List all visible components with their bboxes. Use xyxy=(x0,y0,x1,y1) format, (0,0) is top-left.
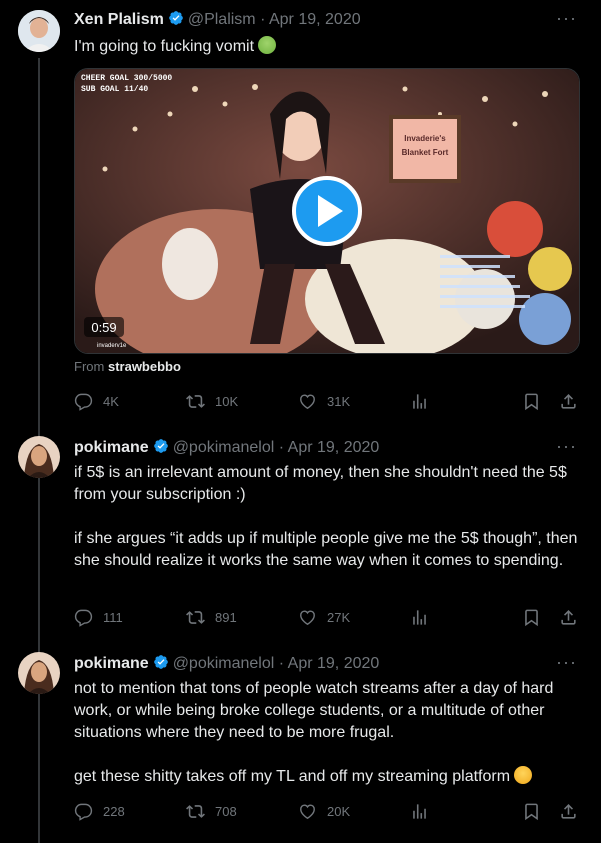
views-button[interactable] xyxy=(410,802,429,826)
like-button[interactable]: 27K xyxy=(298,608,350,627)
like-icon xyxy=(298,392,317,411)
avatar[interactable] xyxy=(18,10,60,52)
overlay-cheer-goal: CHEER GOAL 300/5000 xyxy=(81,74,172,83)
reply-button[interactable]: 111 xyxy=(74,608,123,627)
more-options-icon[interactable]: ··· xyxy=(556,9,577,27)
source-user-link[interactable]: strawbebbo xyxy=(108,359,181,374)
steaming-face-emoji-icon xyxy=(514,766,533,784)
sign-line-1: Invaderie's xyxy=(404,134,446,143)
retweet-count: 708 xyxy=(215,804,237,819)
like-count: 27K xyxy=(327,610,351,625)
timestamp[interactable]: Apr 19, 2020 xyxy=(288,655,380,672)
like-count: 31K xyxy=(327,394,351,409)
reply-icon xyxy=(74,392,93,411)
handle[interactable]: @Plalism xyxy=(188,11,256,28)
reply-button[interactable]: 228 xyxy=(74,802,125,821)
overlay-sub-goal: SUB GOAL 11/40 xyxy=(81,85,148,94)
retweet-icon xyxy=(186,608,205,627)
like-icon xyxy=(298,802,317,821)
reply-count: 111 xyxy=(103,610,123,625)
tweet-2[interactable]: pokimane @pokimanelol · Apr 19, 2020 ··· … xyxy=(0,426,601,642)
more-options-icon[interactable]: ··· xyxy=(556,437,577,455)
bookmark-button[interactable] xyxy=(522,802,541,826)
share-button[interactable] xyxy=(559,392,578,416)
share-icon xyxy=(559,802,578,821)
views-icon xyxy=(410,392,429,411)
share-icon xyxy=(559,608,578,627)
retweet-icon xyxy=(186,392,205,411)
reply-button[interactable]: 4K xyxy=(74,392,119,411)
tweet-header: pokimane @pokimanelol · Apr 19, 2020 xyxy=(74,438,379,458)
bookmark-icon xyxy=(522,608,541,627)
display-name[interactable]: pokimane xyxy=(74,439,149,456)
retweet-button[interactable]: 708 xyxy=(186,802,237,821)
share-button[interactable] xyxy=(559,802,578,826)
nauseated-face-emoji-icon xyxy=(258,36,277,54)
retweet-count: 10K xyxy=(215,394,239,409)
video-player[interactable]: Invaderie's Blanket Fort CHEER GOAL 300/… xyxy=(74,68,580,354)
retweet-button[interactable]: 891 xyxy=(186,608,237,627)
bookmark-button[interactable] xyxy=(522,392,541,416)
tweet-text-content: I'm going to fucking vomit xyxy=(74,38,255,55)
sign-line-2: Blanket Fort xyxy=(402,148,449,157)
like-icon xyxy=(298,608,317,627)
retweet-count: 891 xyxy=(215,610,237,625)
display-name[interactable]: Xen Plalism xyxy=(74,11,164,28)
verified-badge-icon xyxy=(153,654,169,670)
more-options-icon[interactable]: ··· xyxy=(556,653,577,671)
retweet-button[interactable]: 10K xyxy=(186,392,238,411)
views-icon xyxy=(410,802,429,821)
retweet-icon xyxy=(186,802,205,821)
reply-count: 228 xyxy=(103,804,125,819)
action-bar: 228 708 20K xyxy=(74,802,584,824)
tweet-header: Xen Plalism @Plalism · Apr 19, 2020 xyxy=(74,10,361,30)
from-label: From xyxy=(74,359,105,374)
video-duration: 0:59 xyxy=(91,320,116,335)
like-button[interactable]: 20K xyxy=(298,802,350,821)
share-button[interactable] xyxy=(559,608,578,632)
tweet-text-content: not to mention that tons of people watch… xyxy=(74,680,554,785)
verified-badge-icon xyxy=(153,438,169,454)
action-bar: 111 891 27K xyxy=(74,608,584,630)
reply-count: 4K xyxy=(103,394,119,409)
tweet-header: pokimane @pokimanelol · Apr 19, 2020 xyxy=(74,654,379,674)
timestamp[interactable]: Apr 19, 2020 xyxy=(288,439,380,456)
views-button[interactable] xyxy=(410,608,429,632)
handle[interactable]: @pokimanelol xyxy=(173,655,275,672)
tweet-text: if 5$ is an irrelevant amount of money, … xyxy=(74,464,578,569)
tweet-text: not to mention that tons of people watch… xyxy=(74,678,584,788)
separator-dot: · xyxy=(274,439,288,456)
bookmark-button[interactable] xyxy=(522,608,541,632)
video-thumbnail: Invaderie's Blanket Fort CHEER GOAL 300/… xyxy=(75,69,579,353)
tweet-text: I'm going to fucking vomit xyxy=(74,36,584,58)
verified-badge-icon xyxy=(168,10,184,26)
like-button[interactable]: 31K xyxy=(298,392,350,411)
like-count: 20K xyxy=(327,804,351,819)
display-name[interactable]: pokimane xyxy=(74,655,149,672)
share-icon xyxy=(559,392,578,411)
tweet-3[interactable]: pokimane @pokimanelol · Apr 19, 2020 ··· … xyxy=(0,642,601,843)
tweet-1[interactable]: Xen Plalism @Plalism · Apr 19, 2020 ··· I… xyxy=(0,0,601,426)
avatar[interactable] xyxy=(18,652,60,694)
handle[interactable]: @pokimanelol xyxy=(173,439,275,456)
separator-dot: · xyxy=(255,11,269,28)
timestamp[interactable]: Apr 19, 2020 xyxy=(269,11,361,28)
bookmark-icon xyxy=(522,392,541,411)
bookmark-icon xyxy=(522,802,541,821)
separator-dot: · xyxy=(274,655,288,672)
views-button[interactable] xyxy=(410,392,429,416)
avatar[interactable] xyxy=(18,436,60,478)
video-watermark: invaderv1e xyxy=(97,343,127,349)
action-bar: 4K 10K 31K xyxy=(74,392,584,414)
views-icon xyxy=(410,608,429,627)
reply-icon xyxy=(74,608,93,627)
reply-icon xyxy=(74,802,93,821)
media-source: From strawbebbo xyxy=(74,359,181,374)
